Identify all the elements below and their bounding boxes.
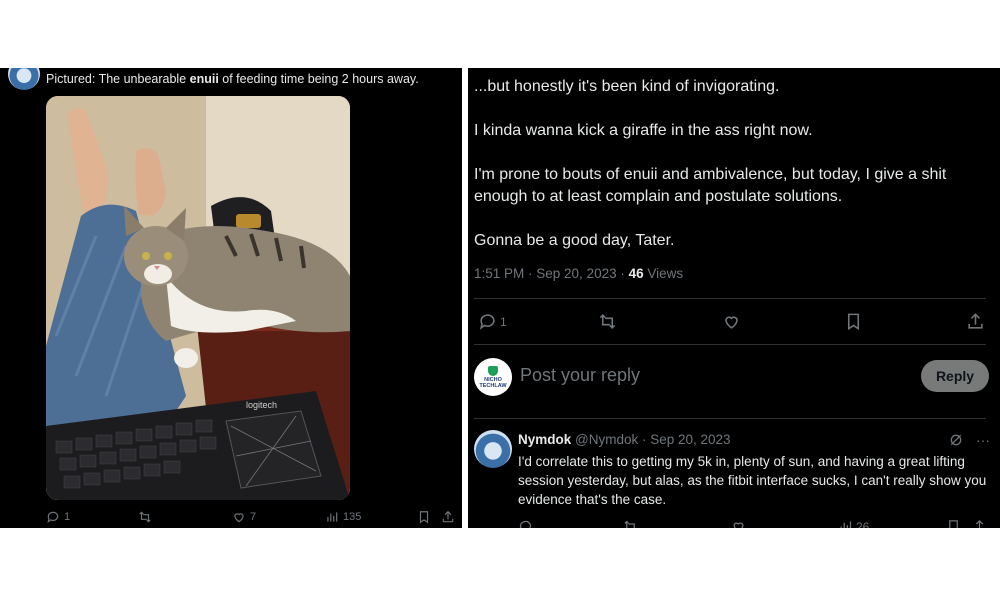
cat-photo-illustration: logitech <box>46 96 350 500</box>
share-icon <box>975 519 984 528</box>
reply-count: 1 <box>64 511 71 523</box>
reply-icon <box>519 520 532 528</box>
caption-bold: enuii <box>189 72 219 86</box>
reply-views-button[interactable]: 26 <box>838 519 869 528</box>
tweet-views-label: Views <box>643 266 684 281</box>
retweet-button[interactable] <box>598 312 617 331</box>
reply-share-button[interactable] <box>972 519 987 528</box>
caption-suffix: of feeding time being 2 hours away. <box>218 72 419 86</box>
reply-reply-button[interactable] <box>518 519 533 528</box>
reply-count: 1 <box>500 314 507 329</box>
tweet-photo[interactable]: logitech <box>46 96 350 500</box>
reply-button[interactable]: 1 <box>46 510 70 524</box>
reply-bookmark-button[interactable] <box>946 519 961 528</box>
reply-button[interactable]: 1 <box>478 312 507 331</box>
grok-icon[interactable] <box>948 432 964 448</box>
views-count: 135 <box>343 511 362 523</box>
right-tweet-panel: ...but honestly it's been kind of invigo… <box>468 68 1000 528</box>
like-count: 7 <box>250 511 257 523</box>
views-bar-icon <box>840 521 852 528</box>
tweet-timestamp[interactable]: 1:51 PM · Sep 20, 2023 · <box>474 266 629 281</box>
like-button[interactable]: 7 <box>232 510 256 524</box>
reply-header: Nymdok @Nymdok · Sep 20, 2023 <box>518 432 731 447</box>
reply-submit-button[interactable]: Reply <box>921 360 989 392</box>
tweet-metadata: 1:51 PM · Sep 20, 2023 · 46 Views <box>474 266 683 281</box>
reply-text: I'd correlate this to getting my 5k in, … <box>518 454 987 507</box>
bookmark-icon <box>949 520 958 528</box>
caption-prefix: Pictured: The unbearable <box>46 72 190 86</box>
bookmark-icon <box>847 313 860 331</box>
reply-author-avatar[interactable] <box>474 430 512 468</box>
tweet-caption: Pictured: The unbearable enuii of feedin… <box>46 72 419 86</box>
heart-icon <box>725 316 738 329</box>
like-button[interactable] <box>722 312 741 331</box>
more-options-icon[interactable]: ··· <box>976 432 990 448</box>
left-tweet-panel: Pictured: The unbearable enuii of feedin… <box>0 68 462 528</box>
share-button[interactable] <box>441 510 455 524</box>
heart-icon <box>733 522 744 528</box>
bookmark-button[interactable] <box>417 510 431 524</box>
tweet-paragraph-2: I kinda wanna kick a giraffe in the ass … <box>474 122 813 139</box>
reply-icon <box>479 314 495 330</box>
keyboard-brand-label: logitech <box>246 400 277 410</box>
heart-icon <box>234 513 244 523</box>
retweet-icon <box>139 511 151 523</box>
bookmark-button[interactable] <box>844 312 863 331</box>
retweet-button[interactable] <box>138 510 152 524</box>
divider <box>474 298 986 299</box>
author-avatar[interactable] <box>8 68 40 90</box>
reply-author-name[interactable]: Nymdok <box>518 432 571 447</box>
retweet-icon <box>599 314 616 329</box>
divider <box>474 344 986 345</box>
reply-handle-date[interactable]: @Nymdok · Sep 20, 2023 <box>571 432 731 447</box>
reply-header-actions: ··· <box>948 432 990 448</box>
shield-icon <box>488 365 498 376</box>
reply-icon <box>47 511 59 524</box>
share-icon <box>968 313 983 329</box>
tweet-paragraph-1: ...but honestly it's been kind of invigo… <box>474 78 780 95</box>
tweet-paragraph-4: Gonna be a good day, Tater. <box>474 232 675 249</box>
reply-views-count: 26 <box>856 519 870 529</box>
retweet-icon <box>624 520 635 528</box>
share-button[interactable] <box>966 312 985 331</box>
views-bar-icon <box>327 512 338 522</box>
reply-retweet-button[interactable] <box>623 519 638 528</box>
tweet-paragraph-3: I'm prone to bouts of enuii and ambivale… <box>474 166 947 205</box>
avatar-text-line2: TECHLAW <box>479 382 507 389</box>
share-icon <box>442 510 454 523</box>
reply-like-button[interactable] <box>731 519 746 528</box>
user-avatar[interactable]: NICHO TECHLAW <box>474 358 512 396</box>
divider <box>474 418 986 419</box>
views-button[interactable]: 135 <box>325 510 361 524</box>
bookmark-icon <box>419 511 429 524</box>
tweet-views-count: 46 <box>628 266 644 281</box>
reply-input[interactable]: Post your reply <box>520 365 640 386</box>
